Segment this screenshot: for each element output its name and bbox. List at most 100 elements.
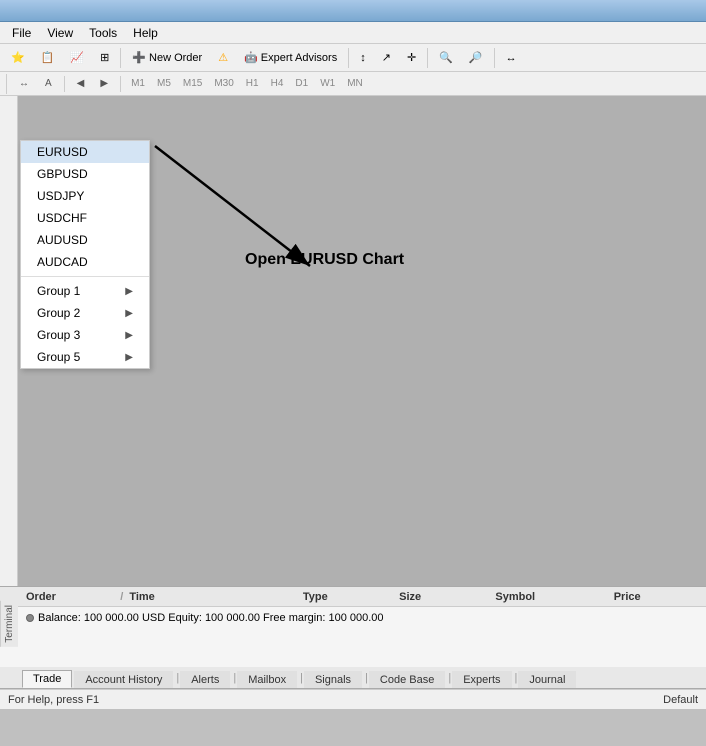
new-order-button[interactable]: ➕ New Order [125, 47, 209, 69]
tab-experts[interactable]: Experts [452, 671, 511, 688]
tf-d1[interactable]: D1 [291, 78, 312, 89]
tb2-a-btn[interactable]: A [39, 75, 58, 93]
tb-arrow-btn[interactable]: ↗ [375, 47, 398, 69]
left-sidebar [0, 96, 18, 586]
tb-line-btn[interactable]: ↕ [353, 47, 373, 69]
menu-file[interactable]: File [4, 24, 39, 42]
menu-bar: File View Tools Help [0, 22, 706, 44]
tf-h1[interactable]: H1 [242, 78, 263, 89]
cross-icon: ✛ [407, 51, 416, 64]
sep7 [120, 76, 121, 92]
bottom-content: Balance: 100 000.00 USD Equity: 100 000.… [0, 607, 706, 667]
tb2-left-btn[interactable]: ◀ [71, 75, 91, 93]
table-header: Order / Time Type Size Symbol Price [0, 587, 706, 607]
tb-zoom-out[interactable]: 🔎 [462, 47, 490, 69]
toolbar-icon-btn-2[interactable]: 📋 [34, 47, 62, 69]
balance-dot-icon [26, 614, 34, 622]
tb-zoom-in[interactable]: 🔍 [432, 47, 460, 69]
chart-icon: 📈 [70, 51, 84, 64]
tab-journal[interactable]: Journal [518, 671, 576, 688]
tab-signals[interactable]: Signals [304, 671, 362, 688]
tb2-right-btn[interactable]: ▶ [94, 75, 114, 93]
tf-m30[interactable]: M30 [210, 78, 237, 89]
terminal-label: Terminal [0, 601, 18, 647]
tb2-move-btn[interactable]: ↔ [13, 75, 35, 93]
left-icon: ◀ [77, 78, 85, 89]
tf-m5[interactable]: M5 [153, 78, 175, 89]
line-icon: ↕ [360, 52, 366, 64]
chevron-right-icon4: ▶ [125, 352, 133, 363]
chevron-right-icon: ▶ [125, 286, 133, 297]
grid-icon: ⊞ [100, 51, 109, 64]
zoom-out-icon: 🔎 [469, 51, 483, 64]
toolbar2: ↔ A ◀ ▶ M1 M5 M15 M30 H1 H4 D1 W1 MN [0, 72, 706, 96]
toolbar1: ⭐ 📋 📈 ⊞ ➕ New Order ⚠ 🤖 Expert Advisors … [0, 44, 706, 72]
menu-tools[interactable]: Tools [81, 24, 125, 42]
alert-icon-btn[interactable]: ⚠ [211, 47, 235, 69]
tf-m15[interactable]: M15 [179, 78, 206, 89]
bottom-tabs: Trade Account History | Alerts | Mailbox… [0, 667, 706, 689]
main-area: EURUSD GBPUSD USDJPY USDCHF AUDUSD AUDCA… [0, 96, 706, 586]
bottom-panel: Terminal Order / Time Type Size Symbol P… [0, 586, 706, 689]
tab-code-base[interactable]: Code Base [369, 671, 445, 688]
star-icon: ⭐ [11, 51, 25, 64]
dropdown-item-group2[interactable]: Group 2 ▶ [21, 302, 149, 324]
tb-prop[interactable]: ↔ [499, 47, 524, 69]
right-icon: ▶ [100, 78, 108, 89]
tf-w1[interactable]: W1 [316, 78, 339, 89]
col-symbol: Symbol [491, 591, 609, 603]
col-order: Order [22, 591, 118, 603]
sep1 [120, 48, 121, 68]
arrow-icon: ↗ [382, 51, 391, 64]
dropdown-item-gbpusd[interactable]: GBPUSD [21, 163, 149, 185]
move-icon: ↔ [19, 78, 29, 89]
dropdown-item-usdchf[interactable]: USDCHF [21, 207, 149, 229]
status-left: For Help, press F1 [8, 694, 99, 706]
menu-view[interactable]: View [39, 24, 81, 42]
zoom-in-icon: 🔍 [439, 51, 453, 64]
expert-icon: 🤖 [244, 51, 258, 64]
col-time: Time [125, 591, 299, 603]
col-slash: / [118, 591, 125, 603]
prop-icon: ↔ [506, 52, 517, 64]
sep3 [427, 48, 428, 68]
sep6 [64, 76, 65, 92]
tab-alerts[interactable]: Alerts [180, 671, 230, 688]
dropdown-item-group5[interactable]: Group 5 ▶ [21, 346, 149, 368]
balance-info: Balance: 100 000.00 USD Equity: 100 000.… [38, 612, 384, 624]
col-price: Price [610, 591, 706, 603]
title-bar [0, 0, 706, 22]
toolbar-icon-btn-4[interactable]: ⊞ [93, 47, 116, 69]
dropdown-menu: EURUSD GBPUSD USDJPY USDCHF AUDUSD AUDCA… [20, 140, 150, 369]
dropdown-item-group3[interactable]: Group 3 ▶ [21, 324, 149, 346]
dropdown-item-usdjpy[interactable]: USDJPY [21, 185, 149, 207]
tf-mn[interactable]: MN [343, 78, 367, 89]
sep5 [6, 74, 7, 94]
balance-row: Balance: 100 000.00 USD Equity: 100 000.… [22, 610, 706, 626]
tab-trade[interactable]: Trade [22, 670, 72, 688]
dropdown-sep1 [21, 276, 149, 277]
menu-help[interactable]: Help [125, 24, 166, 42]
expert-advisors-button[interactable]: 🤖 Expert Advisors [237, 47, 344, 69]
chevron-right-icon3: ▶ [125, 330, 133, 341]
annotation-text: Open EURUSD Chart [245, 251, 404, 269]
new-order-icon: ➕ [132, 51, 146, 64]
sep4 [494, 48, 495, 68]
status-right: Default [663, 694, 698, 706]
chevron-right-icon2: ▶ [125, 308, 133, 319]
status-bar: For Help, press F1 Default [0, 689, 706, 709]
tab-account-history[interactable]: Account History [74, 671, 173, 688]
tf-h4[interactable]: H4 [267, 78, 288, 89]
toolbar-icon-btn-3[interactable]: 📈 [63, 47, 91, 69]
tb-cross-btn[interactable]: ✛ [400, 47, 423, 69]
dropdown-item-group1[interactable]: Group 1 ▶ [21, 280, 149, 302]
sep2 [348, 48, 349, 68]
tab-mailbox[interactable]: Mailbox [237, 671, 297, 688]
dropdown-item-eurusd[interactable]: EURUSD [21, 141, 149, 163]
toolbar-icon-btn-1[interactable]: ⭐ [4, 47, 32, 69]
dropdown-item-audcad[interactable]: AUDCAD [21, 251, 149, 273]
dropdown-item-audusd[interactable]: AUDUSD [21, 229, 149, 251]
doc-icon: 📋 [41, 51, 55, 64]
tf-m1[interactable]: M1 [127, 78, 149, 89]
col-type: Type [299, 591, 395, 603]
